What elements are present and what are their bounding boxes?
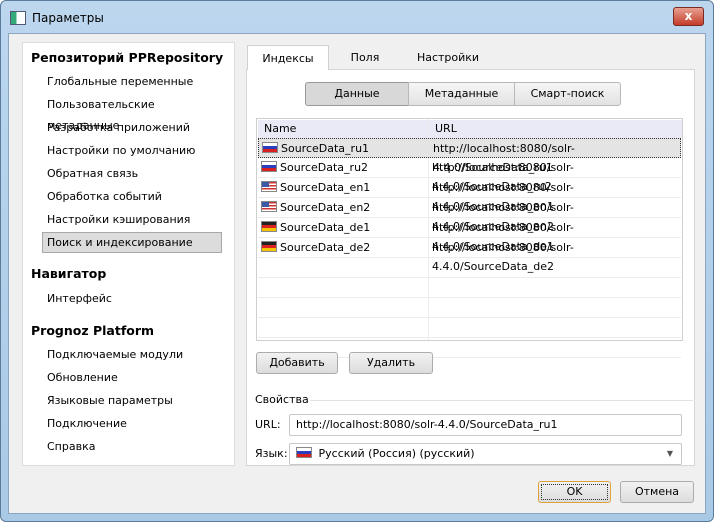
table-row[interactable]	[258, 278, 681, 298]
url-label: URL:	[255, 418, 281, 431]
sidebar-item[interactable]: Настройки по умолчанию	[43, 140, 223, 161]
row-name: SourceData_de1	[280, 221, 371, 234]
sidebar-item[interactable]: Подключение	[43, 413, 223, 434]
flag-ru-icon	[261, 161, 277, 172]
sidebar-item[interactable]: Пользовательские метаданные	[43, 94, 223, 132]
table-row[interactable]: SourceData_en1 http://localhost:8080/solr…	[258, 178, 681, 213]
sidebar: Репозиторий PPRepository Глобальные пере…	[22, 42, 235, 466]
close-button[interactable]: x	[673, 7, 704, 26]
sidebar-group-title: Репозиторий PPRepository	[31, 50, 224, 65]
flag-en-icon	[261, 181, 277, 192]
language-label: Язык:	[255, 447, 288, 460]
table-row[interactable]	[258, 258, 681, 278]
cancel-button[interactable]: Отмена	[620, 481, 694, 503]
window-title: Параметры	[32, 11, 104, 25]
table-row[interactable]	[258, 318, 681, 338]
table-row[interactable]: SourceData_en2 http://localhost:8080/solr…	[258, 198, 681, 233]
table-row[interactable]: SourceData_ru1 http://localhost:8080/solr…	[258, 138, 681, 174]
sidebar-item[interactable]: Разработка приложений	[43, 117, 223, 138]
row-url: http://localhost:8080/solr-4.4.0/SourceD…	[432, 161, 574, 193]
segment-data[interactable]: Данные	[305, 82, 409, 106]
sidebar-item[interactable]: Обновление	[43, 367, 223, 388]
row-url: http://localhost:8080/solr-4.4.0/SourceD…	[432, 241, 574, 273]
tab-fields[interactable]: Поля	[340, 45, 390, 70]
row-name: SourceData_en2	[280, 201, 371, 214]
sidebar-group-title: Навигатор	[31, 266, 107, 281]
table-row[interactable]: SourceData_de2 http://localhost:8080/solr…	[258, 238, 681, 273]
ok-button[interactable]: OK	[538, 481, 611, 503]
row-name: SourceData_en1	[280, 181, 371, 194]
properties-title: Свойства	[255, 393, 309, 406]
row-name: SourceData_ru2	[280, 161, 369, 174]
flag-ru-icon	[262, 142, 278, 153]
properties-divider	[310, 400, 693, 401]
sidebar-item[interactable]: Подключаемые модули	[43, 344, 223, 365]
sidebar-item[interactable]: Настройки кэширования	[43, 209, 223, 230]
row-url: http://localhost:8080/solr-4.4.0/SourceD…	[432, 221, 574, 253]
flag-ru-icon	[296, 447, 312, 458]
sidebar-item[interactable]: Обратная связь	[43, 163, 223, 184]
language-select[interactable]: Русский (Россия) (русский) ▼	[289, 443, 682, 465]
sidebar-group-title: Prognoz Platform	[31, 323, 155, 338]
add-button[interactable]: Добавить	[256, 352, 338, 374]
flag-en-icon	[261, 201, 277, 212]
name-cell: SourceData_en2	[261, 198, 370, 217]
row-url: http://localhost:8080/solr-4.4.0/SourceD…	[432, 201, 574, 233]
table-row[interactable]: SourceData_ru2 http://localhost:8080/solr…	[258, 158, 681, 193]
tab-settings[interactable]: Настройки	[408, 45, 488, 70]
name-cell: SourceData_ru2	[261, 158, 368, 177]
row-url: http://localhost:8080/solr-4.4.0/SourceD…	[432, 181, 574, 213]
indexes-table: Name URL SourceData_ru1 http://localhost:…	[256, 118, 683, 358]
name-cell: SourceData_en1	[261, 178, 370, 197]
name-cell: SourceData_ru1	[262, 139, 369, 158]
chevron-down-icon: ▼	[666, 449, 673, 458]
name-cell: SourceData_de2	[261, 238, 370, 257]
flag-de-icon	[261, 241, 277, 252]
tab-indexes[interactable]: Индексы	[247, 45, 329, 70]
language-value: Русский (Россия) (русский)	[318, 447, 475, 460]
table-row[interactable]: SourceData_de1 http://localhost:8080/solr…	[258, 218, 681, 253]
sidebar-item[interactable]: Интерфейс	[43, 288, 223, 309]
sidebar-item-selected[interactable]: Поиск и индексирование	[42, 232, 222, 253]
row-name: SourceData_de2	[280, 241, 371, 254]
row-url: http://localhost:8080/solr-4.4.0/SourceD…	[433, 142, 575, 174]
sidebar-item[interactable]: Языковые параметры	[43, 390, 223, 411]
sidebar-item[interactable]: Справка	[43, 436, 223, 457]
flag-de-icon	[261, 221, 277, 232]
segment-smart-search[interactable]: Смарт-поиск	[514, 82, 621, 106]
table-row[interactable]	[258, 298, 681, 318]
name-cell: SourceData_de1	[261, 218, 370, 237]
url-input[interactable]: http://localhost:8080/solr-4.4.0/SourceD…	[289, 414, 682, 436]
column-header-url[interactable]: URL	[429, 120, 682, 138]
row-name: SourceData_ru1	[281, 142, 370, 155]
column-header-name[interactable]: Name	[258, 120, 428, 138]
sidebar-item[interactable]: Глобальные переменные	[43, 71, 223, 92]
app-icon	[10, 11, 26, 25]
segment-metadata[interactable]: Метаданные	[408, 82, 515, 106]
delete-button[interactable]: Удалить	[349, 352, 433, 374]
sidebar-item[interactable]: Обработка событий	[43, 186, 223, 207]
